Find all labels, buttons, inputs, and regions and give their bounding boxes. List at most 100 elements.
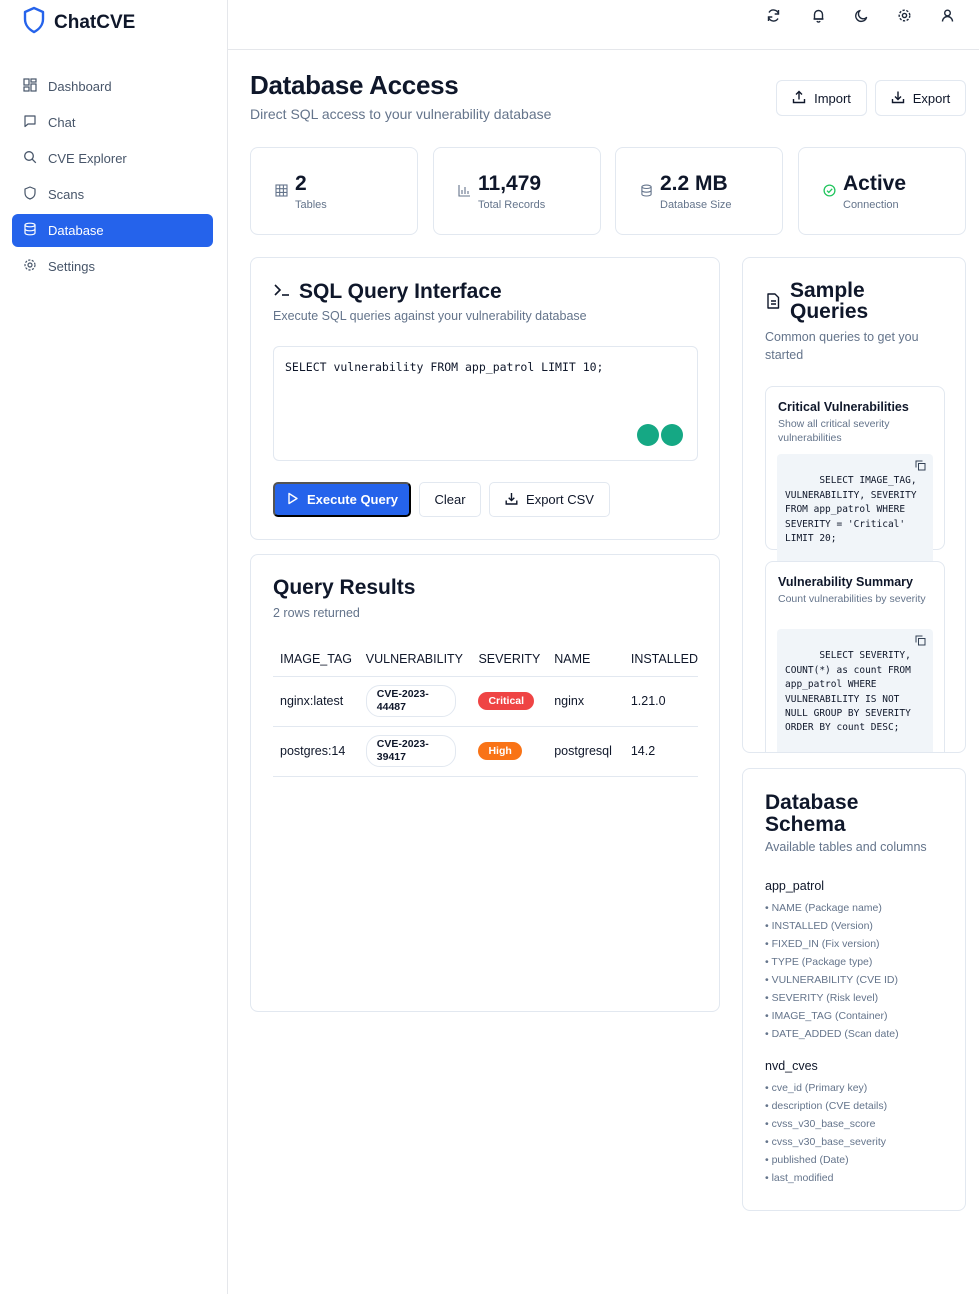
cve-badge[interactable]: CVE-2023-39417 <box>365 735 456 767</box>
play-icon <box>286 492 299 508</box>
sample-query-description: Show all critical severity vulnerabiliti… <box>778 418 890 444</box>
sample-query-code-text: SELECT IMAGE_TAG, VULNERABILITY, SEVERIT… <box>785 475 917 545</box>
cell-installed: 1.21.0 <box>623 676 698 727</box>
database-icon <box>23 222 37 239</box>
stat-value: Active <box>843 172 907 195</box>
clear-button[interactable]: Clear <box>419 482 481 517</box>
column-header[interactable]: SEVERITY <box>471 642 548 677</box>
sidebar-item-settings[interactable]: Settings <box>12 250 213 283</box>
cell-image-tag: nginx:latest <box>273 676 359 727</box>
grammarly-icon[interactable] <box>661 424 683 446</box>
schema-column: • published (Date) <box>765 1154 849 1166</box>
schema-column: • IMAGE_TAG (Container) <box>765 1010 888 1022</box>
user-icon[interactable] <box>940 8 958 26</box>
sidebar-item-scans[interactable]: Scans <box>12 178 213 211</box>
cell-vulnerability: CVE-2023-39417 <box>358 726 472 777</box>
database-icon <box>640 184 654 198</box>
sidebar-item-database[interactable]: Database <box>12 214 213 247</box>
download-icon <box>891 90 905 107</box>
sidebar-item-cve-explorer[interactable]: CVE Explorer <box>12 142 213 175</box>
sample-query-title: Critical Vulnerabilities <box>778 400 909 414</box>
sql-editor[interactable]: SELECT vulnerability FROM app_patrol LIM… <box>273 346 698 461</box>
sample-query-card[interactable]: Critical Vulnerabilities Show all critic… <box>765 386 945 582</box>
sample-queries-subtitle: Common queries to get you started <box>765 330 919 362</box>
cell-severity: High <box>471 726 548 777</box>
sample-query-card[interactable]: Vulnerability Summary Count vulnerabilit… <box>765 561 945 752</box>
database-schema-card: Database Schema Available tables and col… <box>742 768 966 1211</box>
schema-table-nvd-cves: nvd_cves • cve_id (Primary key) • descri… <box>765 1059 887 1187</box>
import-label: Import <box>814 90 851 106</box>
moon-icon[interactable] <box>854 8 872 26</box>
column-header[interactable]: VULNERABILITY <box>358 642 472 677</box>
sidebar-item-label: CVE Explorer <box>48 151 127 166</box>
cve-badge[interactable]: CVE-2023-44487 <box>365 685 456 717</box>
schema-column: • TYPE (Package type) <box>765 956 873 968</box>
schema-column: • NAME (Package name) <box>765 902 882 914</box>
schema-column: • cvss_v30_base_severity <box>765 1136 886 1148</box>
chat-icon <box>23 114 37 131</box>
page-title: Database Access <box>250 70 459 100</box>
brand[interactable]: ChatCVE <box>22 6 135 39</box>
file-text-icon <box>766 293 780 314</box>
export-csv-label: Export CSV <box>526 492 594 507</box>
sql-card-subtitle: Execute SQL queries against your vulnera… <box>273 309 587 323</box>
copy-icon[interactable] <box>915 635 926 646</box>
schema-column: • SEVERITY (Risk level) <box>765 992 879 1004</box>
sample-query-code: SELECT SEVERITY, COUNT(*) as count FROM … <box>777 629 933 752</box>
schema-table-name: app_patrol <box>765 879 825 893</box>
import-button[interactable]: Import <box>776 80 867 116</box>
column-header[interactable]: INSTALLED <box>623 642 698 677</box>
schema-table-app-patrol: app_patrol • NAME (Package name) • INSTA… <box>765 879 899 1043</box>
execute-query-button[interactable]: Execute Query <box>273 482 411 517</box>
stat-card-database-size: 2.2 MB Database Size <box>615 147 783 235</box>
brand-name: ChatCVE <box>54 11 136 33</box>
bell-icon[interactable] <box>811 8 829 26</box>
search-icon <box>23 150 37 167</box>
copy-icon[interactable] <box>915 460 926 471</box>
table-header-row: IMAGE_TAG VULNERABILITY SEVERITY NAME IN… <box>273 642 698 677</box>
schema-column: • INSTALLED (Version) <box>765 920 873 932</box>
sidebar-item-label: Scans <box>48 187 85 202</box>
sample-query-title: Vulnerability Summary <box>778 575 913 589</box>
sample-queries-title-line1: Sample <box>790 279 865 302</box>
gear-icon[interactable] <box>897 8 915 26</box>
table-row[interactable]: postgres:14 CVE-2023-39417 High postgres… <box>273 726 698 777</box>
sidebar-item-label: Dashboard <box>48 79 112 94</box>
sample-queries-card: Sample Queries Common queries to get you… <box>742 257 966 753</box>
stat-card-total-records: 11,479 Total Records <box>433 147 601 235</box>
sidebar-item-chat[interactable]: Chat <box>12 106 213 139</box>
schema-column: • last_modified <box>765 1172 834 1184</box>
cell-vulnerability: CVE-2023-44487 <box>358 676 472 727</box>
refresh-icon[interactable] <box>766 8 784 26</box>
stat-label: Total Records <box>478 199 546 211</box>
topbar <box>228 0 979 50</box>
cell-severity: Critical <box>471 676 548 727</box>
bar-chart-icon <box>458 184 472 198</box>
schema-title: Database Schema <box>765 792 858 836</box>
sidebar-item-label: Settings <box>48 259 95 274</box>
results-subtitle: 2 rows returned <box>273 606 360 620</box>
dashboard-icon <box>23 78 37 95</box>
table-row[interactable]: nginx:latest CVE-2023-44487 Critical ngi… <box>273 676 698 727</box>
lightbulb-icon[interactable] <box>637 424 659 446</box>
sidebar-item-label: Database <box>48 223 104 238</box>
execute-query-label: Execute Query <box>306 492 399 507</box>
export-csv-button[interactable]: Export CSV <box>489 482 610 517</box>
sidebar-item-dashboard[interactable]: Dashboard <box>12 70 213 103</box>
column-header[interactable]: IMAGE_TAG <box>273 642 359 677</box>
severity-badge-high: High <box>478 742 522 760</box>
sample-queries-title-line2: Queries <box>790 300 869 323</box>
schema-column: • FIXED_IN (Fix version) <box>765 938 880 950</box>
sample-query-code-text: SELECT SEVERITY, COUNT(*) as count FROM … <box>785 650 911 734</box>
sidebar-item-label: Chat <box>48 115 76 130</box>
sql-editor-text: SELECT vulnerability FROM app_patrol LIM… <box>285 360 604 374</box>
cell-name: postgresql <box>547 726 624 777</box>
table-icon <box>275 184 289 198</box>
export-button[interactable]: Export <box>875 80 966 116</box>
shield-icon <box>23 186 37 203</box>
grammar-extension[interactable] <box>637 424 683 446</box>
stat-card-connection: Active Connection <box>798 147 966 235</box>
column-header[interactable]: NAME <box>547 642 624 677</box>
schema-column: • description (CVE details) <box>765 1100 888 1112</box>
cell-name: nginx <box>547 676 624 727</box>
